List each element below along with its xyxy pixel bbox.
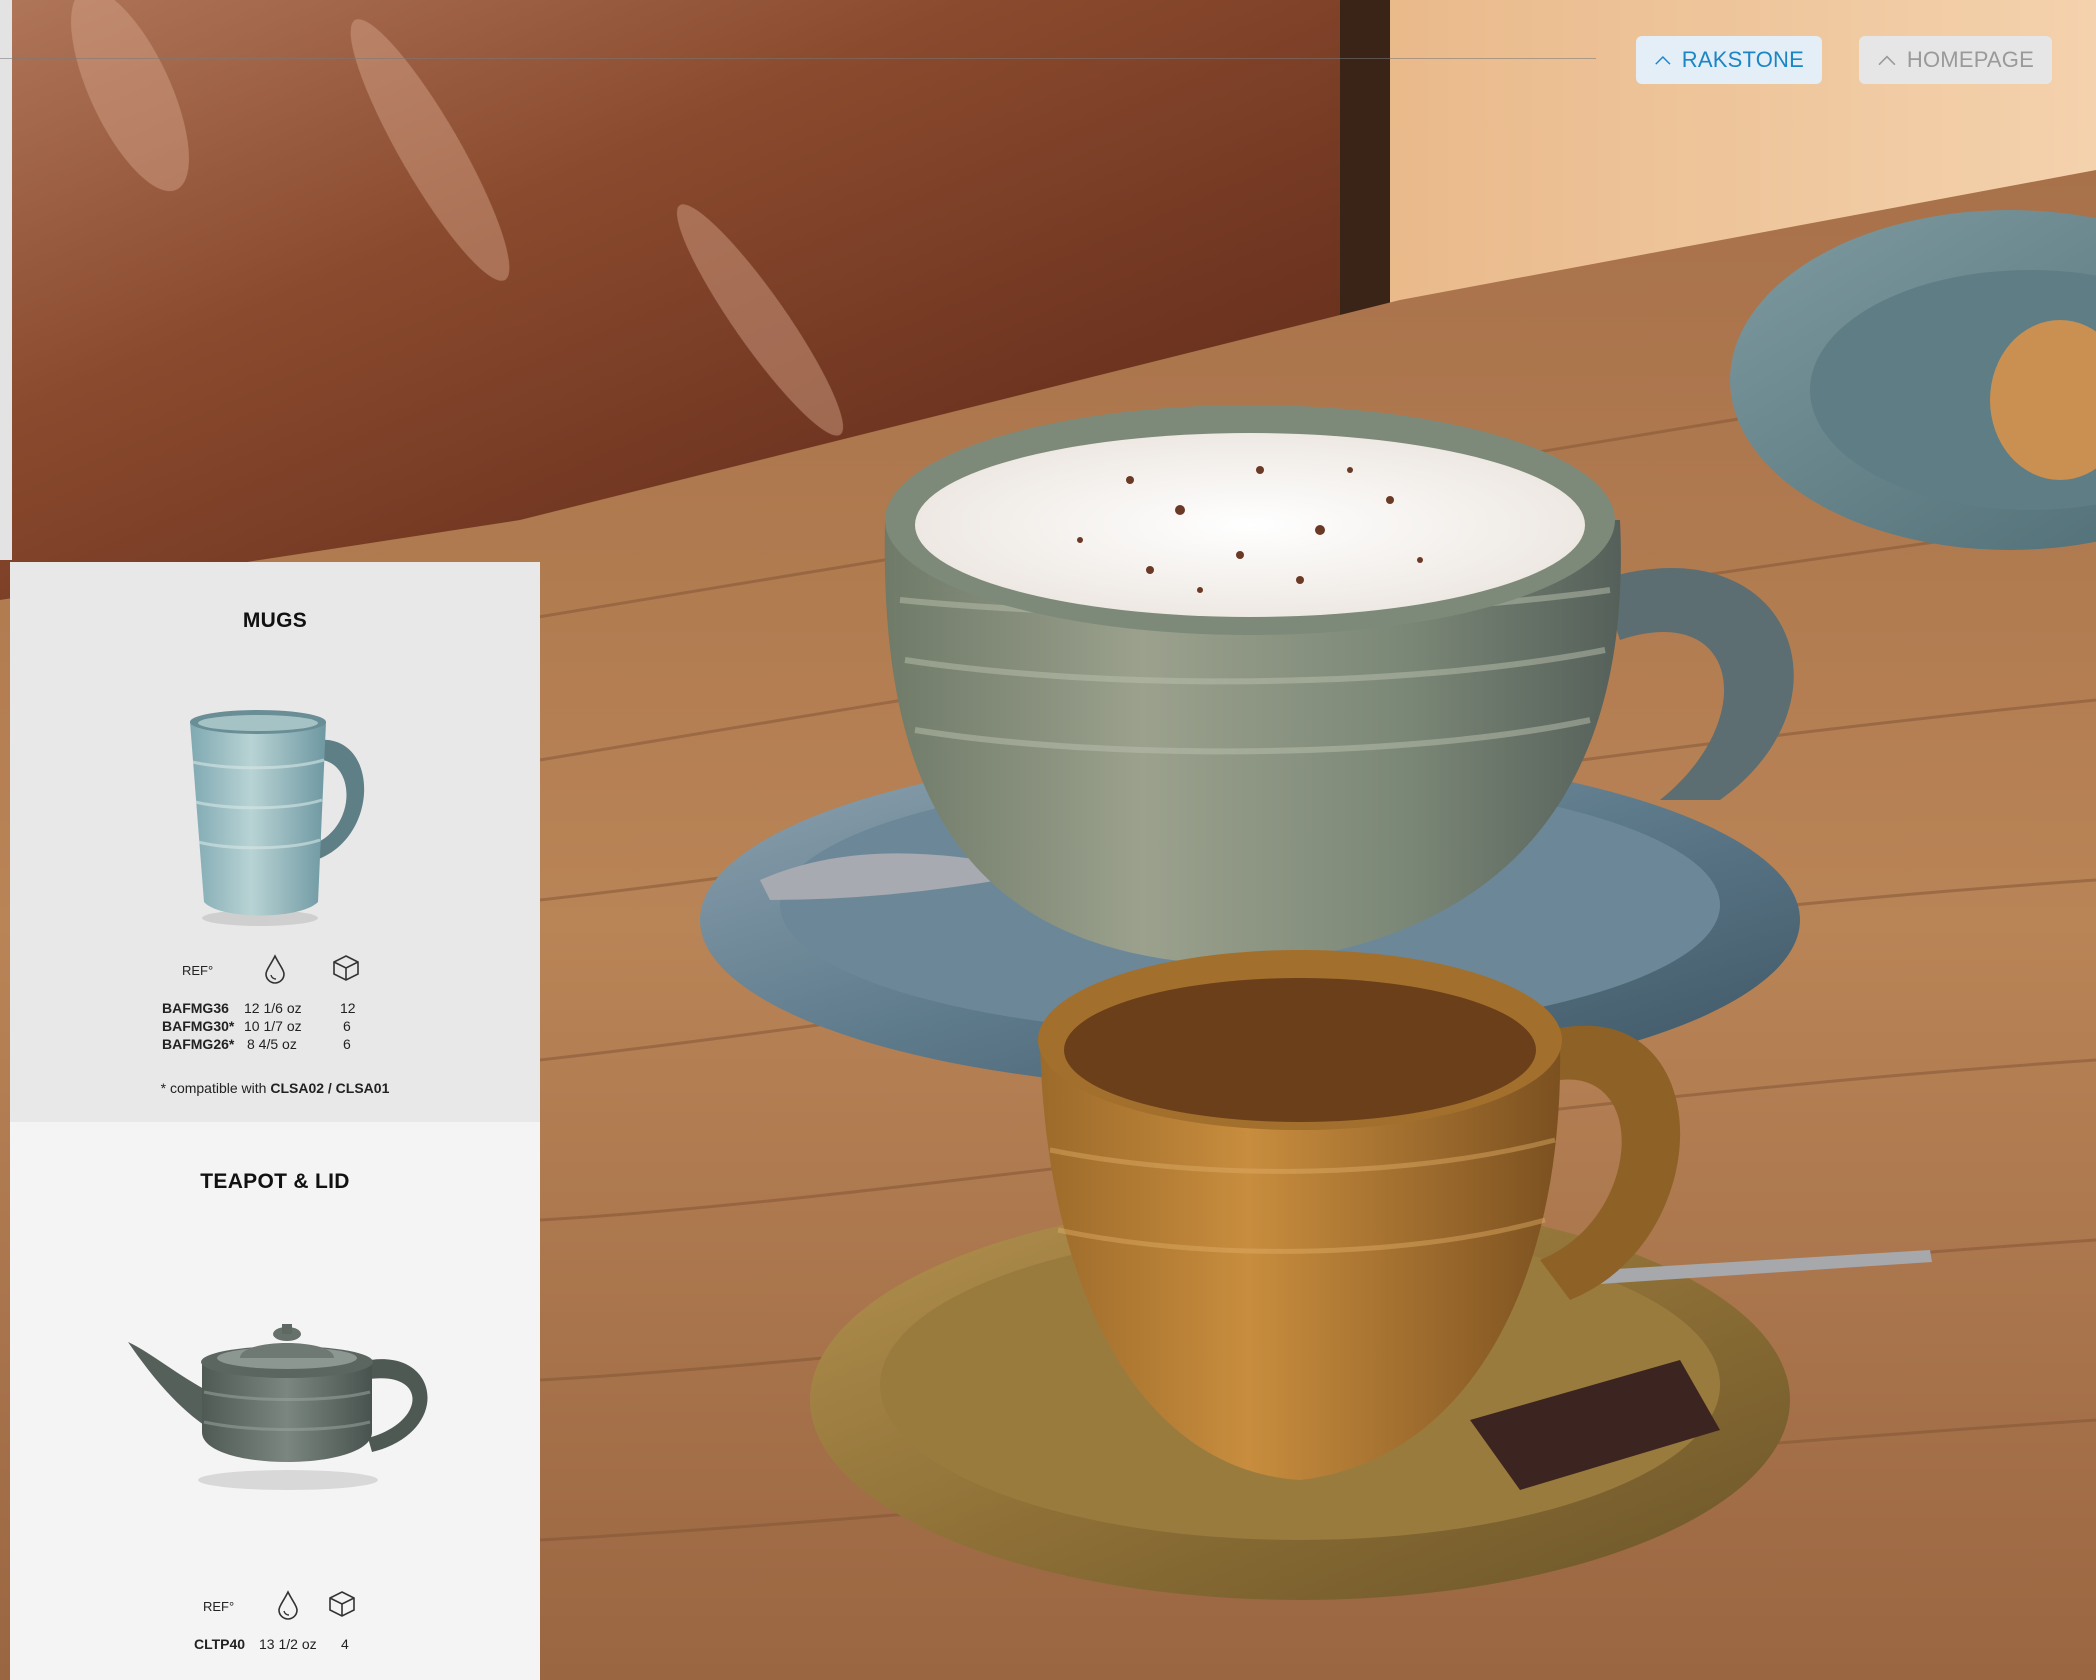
ref-code: BAFMG30* [162, 1018, 235, 1034]
header-divider [0, 58, 1596, 59]
note-refs: CLSA02 / CLSA01 [270, 1080, 390, 1096]
capacity: 10 1/7 oz [244, 1018, 302, 1034]
drop-icon [265, 954, 285, 984]
capacity: 13 1/2 oz [259, 1636, 317, 1652]
rakstone-button[interactable]: RAKSTONE [1636, 36, 1822, 84]
table-row: BAFMG30* 10 1/7 oz 6 [10, 1018, 540, 1036]
ref-label: REF° [182, 963, 214, 978]
box-icon [333, 955, 359, 981]
capacity: 12 1/6 oz [244, 1000, 302, 1016]
mugs-title: MUGS [242, 609, 308, 632]
ref-label: REF° [203, 1599, 235, 1614]
teapot-title: TEAPOT & LID [200, 1170, 350, 1193]
table-row: BAFMG36 12 1/6 oz 12 [10, 1000, 540, 1018]
note-prefix: * compatible with [160, 1080, 271, 1096]
homepage-label: HOMEPAGE [1906, 47, 2034, 72]
pack-qty: 12 [340, 1000, 356, 1016]
table-row: CLTP40 13 1/2 oz 4 [10, 1636, 540, 1654]
pack-qty: 6 [343, 1018, 351, 1034]
ref-code: BAFMG26* [162, 1036, 235, 1052]
box-icon [329, 1591, 355, 1617]
teapot-product-image [128, 1324, 428, 1490]
ref-code: CLTP40 [194, 1636, 246, 1652]
mug-product-image [190, 710, 365, 926]
drop-icon [278, 1590, 298, 1620]
table-row: BAFMG26* 8 4/5 oz 6 [10, 1036, 540, 1054]
chevron-up-icon [1878, 55, 1896, 66]
mugs-panel: MUGS REF° BAFMG36 12 1/6 oz 12 BAFMG30* … [10, 562, 540, 1122]
capacity: 8 4/5 oz [247, 1036, 297, 1052]
teapot-spec-header: REF° [10, 1590, 540, 1622]
rakstone-label: RAKSTONE [1681, 47, 1804, 72]
mugs-spec-header: REF° [10, 954, 540, 986]
compatibility-note: * compatible with CLSA02 / CLSA01 [10, 1080, 540, 1096]
teapot-panel: TEAPOT & LID REF° CLTP40 13 1/2 oz 4 [10, 1122, 540, 1680]
ref-code: BAFMG36 [162, 1000, 229, 1016]
pack-qty: 6 [343, 1036, 351, 1052]
pack-qty: 4 [341, 1636, 349, 1652]
left-edge-strip [0, 0, 12, 560]
chevron-up-icon [1655, 56, 1671, 65]
homepage-button[interactable]: HOMEPAGE [1859, 36, 2052, 84]
